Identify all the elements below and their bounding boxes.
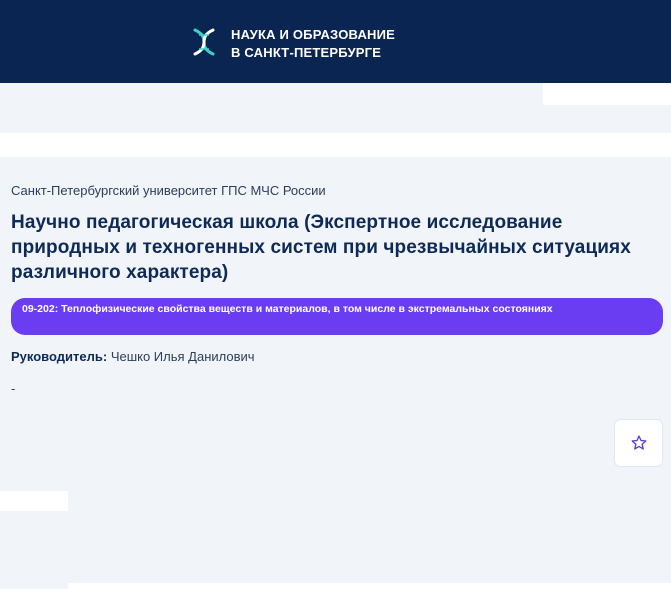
- school-title[interactable]: Научно педагогическая школа (Экспертное …: [11, 210, 651, 285]
- specialty-tag: 09-202: Теплофизические свойства веществ…: [11, 298, 663, 335]
- leader-row: Руководитель: Чешко Илья Данилович: [11, 349, 255, 364]
- brand-line-2: В САНКТ-ПЕТЕРБУРГЕ: [231, 45, 382, 60]
- university-name: Санкт-Петербургский университет ГПС МЧС …: [11, 183, 326, 198]
- dna-icon[interactable]: [186, 24, 222, 60]
- brand-line-1: НАУКА И ОБРАЗОВАНИЕ: [231, 27, 396, 42]
- top-band-notch: [543, 83, 671, 105]
- card-separator: [0, 491, 68, 511]
- favorite-button[interactable]: [614, 419, 663, 467]
- description: -: [11, 381, 16, 396]
- bottom-edge: [68, 583, 671, 589]
- site-brand[interactable]: НАУКА И ОБРАЗОВАНИЕ В САНКТ-ПЕТЕРБУРГЕ: [231, 26, 395, 62]
- leader-label: Руководитель:: [11, 349, 108, 364]
- divider-strip: [0, 133, 671, 157]
- site-header: НАУКА И ОБРАЗОВАНИЕ В САНКТ-ПЕТЕРБУРГЕ: [0, 0, 671, 83]
- leader-name: Чешко Илья Данилович: [110, 349, 255, 364]
- star-outline-icon: [631, 435, 646, 450]
